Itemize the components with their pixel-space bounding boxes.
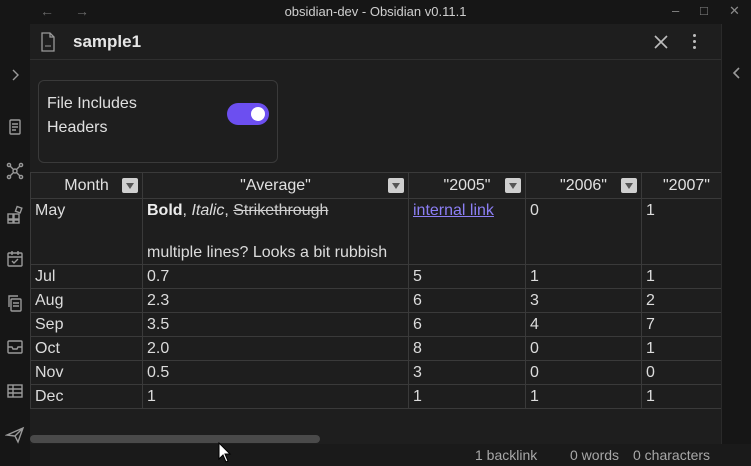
filter-dropdown-icon[interactable] xyxy=(122,178,138,193)
internal-link[interactable]: internal link xyxy=(413,202,494,219)
cell-2007[interactable]: 1 xyxy=(641,336,721,361)
editor-pane: sample1 File Includes Headers Month "Ave… xyxy=(30,24,721,444)
filter-dropdown-icon[interactable] xyxy=(505,178,521,193)
column-header-2006[interactable]: "2006" xyxy=(525,172,642,199)
cell-2005[interactable]: 6 xyxy=(408,312,526,337)
open-quick-switcher-icon[interactable] xyxy=(5,117,25,137)
table-row: Nov 0.5 3 0 0 xyxy=(30,360,721,385)
graph-view-icon[interactable] xyxy=(5,161,25,181)
cell-average[interactable]: 2.0 xyxy=(142,336,409,361)
cell-month[interactable]: May xyxy=(30,198,143,265)
cell-2007[interactable]: 7 xyxy=(641,312,721,337)
italic-text: Italic xyxy=(191,202,225,219)
column-header-2007[interactable]: "2007" xyxy=(641,172,721,199)
toggle-knob xyxy=(251,107,265,121)
bold-text: Bold xyxy=(147,202,183,219)
scrollbar-thumb[interactable] xyxy=(30,435,320,443)
cell-2006[interactable]: 1 xyxy=(525,384,642,409)
table-row: Jul 0.7 5 1 1 xyxy=(30,264,721,289)
filter-dropdown-icon[interactable] xyxy=(388,178,404,193)
filter-dropdown-icon[interactable] xyxy=(621,178,637,193)
cell-2005[interactable]: internal link xyxy=(408,198,526,265)
expand-sidebar-icon[interactable] xyxy=(5,65,25,85)
cell-2006[interactable]: 4 xyxy=(525,312,642,337)
minimize-icon[interactable]: – xyxy=(672,3,679,18)
backlink-count[interactable]: 1 backlink xyxy=(475,447,537,463)
cell-2005[interactable]: 1 xyxy=(408,384,526,409)
cell-average[interactable]: 2.3 xyxy=(142,288,409,313)
maximize-icon[interactable]: □ xyxy=(700,3,708,18)
cell-average[interactable]: 1 xyxy=(142,384,409,409)
file-title[interactable]: sample1 xyxy=(73,32,141,52)
cell-average[interactable]: Bold, Italic, Strikethrough multiple lin… xyxy=(142,198,409,265)
headers-toggle[interactable] xyxy=(227,103,269,125)
strikethrough-text: Strikethrough xyxy=(233,202,329,219)
column-header-month[interactable]: Month xyxy=(30,172,143,199)
horizontal-scrollbar[interactable] xyxy=(30,434,721,444)
left-ribbon xyxy=(0,24,30,466)
cell-average[interactable]: 3.5 xyxy=(142,312,409,337)
close-window-icon[interactable]: ✕ xyxy=(729,3,740,19)
expand-right-sidebar-icon[interactable] xyxy=(729,65,745,81)
cell-2006[interactable]: 3 xyxy=(525,288,642,313)
cell-2005[interactable]: 8 xyxy=(408,336,526,361)
calendar-icon[interactable] xyxy=(5,249,25,269)
cell-2005[interactable]: 5 xyxy=(408,264,526,289)
cell-average[interactable]: 0.7 xyxy=(142,264,409,289)
more-options-icon[interactable] xyxy=(687,32,701,52)
table-row: Dec 1 1 1 1 xyxy=(30,384,721,409)
cell-2007[interactable]: 1 xyxy=(641,198,721,265)
cell-2007[interactable]: 1 xyxy=(641,384,721,409)
second-line-text: multiple lines? Looks a bit rubbish xyxy=(147,244,388,261)
cell-month[interactable]: Aug xyxy=(30,288,143,313)
character-count: 0 characters xyxy=(633,447,711,463)
copy-icon[interactable] xyxy=(5,293,25,313)
cell-month[interactable]: Oct xyxy=(30,336,143,361)
cell-month[interactable]: Jul xyxy=(30,264,143,289)
csv-table-container: Month "Average" "2005" "2006" "2007" May… xyxy=(30,172,721,434)
table-row: Sep 3.5 6 4 7 xyxy=(30,312,721,337)
table-icon[interactable] xyxy=(5,381,25,401)
cell-2005[interactable]: 6 xyxy=(408,288,526,313)
cell-2007[interactable]: 1 xyxy=(641,264,721,289)
cell-month[interactable]: Sep xyxy=(30,312,143,337)
table-row: Oct 2.0 8 0 1 xyxy=(30,336,721,361)
cell-2006[interactable]: 1 xyxy=(525,264,642,289)
table-row: May Bold, Italic, Strikethrough multiple… xyxy=(30,198,721,265)
send-icon[interactable] xyxy=(4,425,25,445)
cell-average[interactable]: 0.5 xyxy=(142,360,409,385)
mouse-cursor-icon xyxy=(218,442,232,463)
cell-2006[interactable]: 0 xyxy=(525,360,642,385)
plugin-grid-icon[interactable] xyxy=(5,205,25,225)
cell-month[interactable]: Nov xyxy=(30,360,143,385)
table-header-row: Month "Average" "2005" "2006" "2007" xyxy=(30,172,721,199)
inbox-icon[interactable] xyxy=(5,337,25,357)
csv-table: Month "Average" "2005" "2006" "2007" May… xyxy=(30,172,721,409)
title-bar: ← → obsidian-dev - Obsidian v0.11.1 – □ … xyxy=(0,0,751,24)
column-header-2005[interactable]: "2005" xyxy=(408,172,526,199)
word-count: 0 words xyxy=(570,447,620,463)
table-row: Aug 2.3 6 3 2 xyxy=(30,288,721,313)
right-sidebar xyxy=(721,24,751,444)
column-header-average[interactable]: "Average" xyxy=(142,172,409,199)
csv-options-panel: File Includes Headers xyxy=(38,80,278,163)
csv-file-icon xyxy=(39,32,57,52)
cell-2006[interactable]: 0 xyxy=(525,336,642,361)
view-header: sample1 xyxy=(30,24,721,60)
cell-2005[interactable]: 3 xyxy=(408,360,526,385)
headers-toggle-label: File Includes Headers xyxy=(47,95,137,136)
cell-2007[interactable]: 2 xyxy=(641,288,721,313)
cell-month[interactable]: Dec xyxy=(30,384,143,409)
close-icon[interactable] xyxy=(652,33,670,51)
window-title: obsidian-dev - Obsidian v0.11.1 xyxy=(284,4,467,19)
status-bar: 1 backlink 0 words 0 characters xyxy=(30,444,751,466)
cell-2006[interactable]: 0 xyxy=(525,198,642,265)
cell-2007[interactable]: 0 xyxy=(641,360,721,385)
